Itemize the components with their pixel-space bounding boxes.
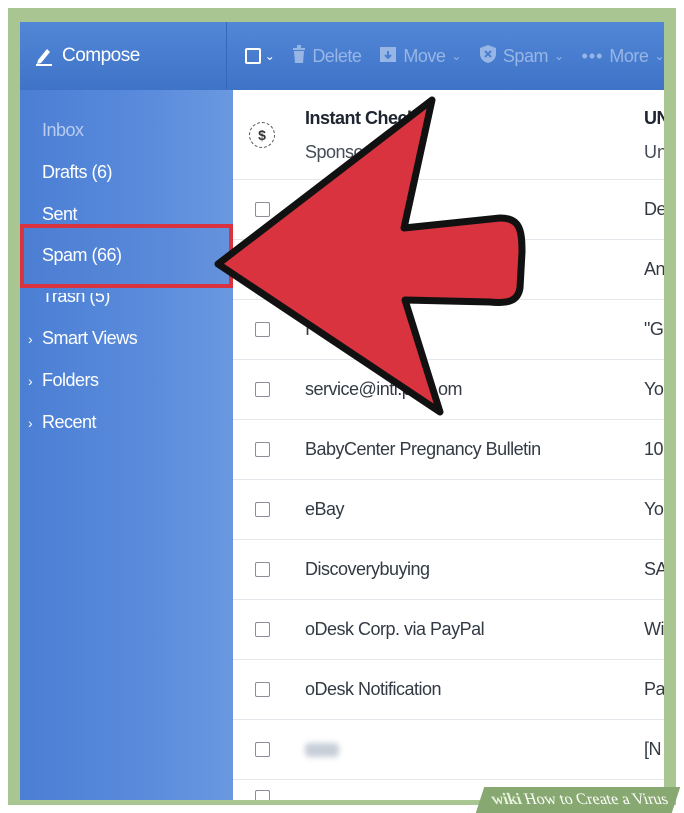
row-checkbox[interactable] [255, 790, 270, 800]
message-row[interactable]: oDesk Notification Pa [233, 660, 664, 720]
more-button[interactable]: ••• More ⌄ [582, 46, 664, 67]
dollar-sponsored-icon: $ [249, 122, 275, 148]
chevron-down-icon: ⌄ [451, 49, 461, 63]
message-sender: Instant Check [305, 108, 417, 128]
message-row[interactable]: eBay Yo [233, 480, 664, 540]
sidebar-item-sent[interactable]: Sent [42, 204, 78, 225]
row-checkbox[interactable] [255, 682, 270, 697]
more-dots-icon: ••• [581, 45, 604, 66]
shield-icon [479, 44, 497, 69]
message-preview: Un [644, 142, 664, 162]
row-checkbox[interactable] [255, 262, 270, 277]
blurred-sender [305, 742, 339, 757]
message-subject: SA [644, 559, 664, 579]
message-sender-tail: om [438, 379, 463, 399]
sidebar-item-inbox[interactable]: Inbox [42, 120, 84, 141]
row-checkbox[interactable] [255, 442, 270, 457]
sponsored-message-row[interactable]: $ Instant Check Sponso UN Un [233, 90, 664, 180]
recent-label: Recent [42, 412, 97, 432]
sidebar-item-drafts[interactable]: Drafts (6) [42, 162, 113, 183]
message-row[interactable]: Discoverybuying SA [233, 540, 664, 600]
chevron-right-icon: › [28, 331, 33, 347]
watermark-brand: wiki [489, 791, 524, 808]
message-sender: BabyCenter Pregnancy Bulletin [305, 439, 541, 459]
message-sender: oDesk Corp. via PayPal [305, 619, 485, 639]
message-sender: Discoverybuying [305, 559, 430, 579]
message-subject: "G [644, 319, 664, 339]
chevron-down-icon: ⌄ [654, 49, 664, 63]
message-subject: UN [644, 108, 664, 128]
spam-label: Spam [502, 45, 549, 66]
row-checkbox[interactable] [255, 382, 270, 397]
chevron-right-icon: › [28, 373, 33, 389]
message-subject: Pa [644, 679, 664, 699]
mail-toolbar: Compose ⌄ Delete Move ⌄ Spam ⌄ ••• More … [20, 22, 664, 90]
sidebar-item-recent[interactable]: › Recent [28, 412, 97, 433]
folders-label: Folders [42, 370, 99, 390]
spam-button[interactable]: Spam ⌄ [479, 44, 564, 69]
message-list: $ Instant Check Sponso UN Un De An I "G [233, 90, 664, 800]
message-sender: oDesk Notification [305, 679, 442, 699]
chevron-down-icon: ⌄ [264, 49, 275, 63]
message-subject: Yo [644, 499, 664, 519]
sidebar-item-folders[interactable]: › Folders [28, 370, 99, 391]
message-sender: eBay [305, 499, 345, 519]
message-row[interactable]: oDesk Corp. via PayPal Wi [233, 600, 664, 660]
message-row[interactable]: An [233, 240, 664, 300]
message-subject: 10 [644, 439, 664, 459]
delete-button[interactable]: Delete [292, 44, 362, 68]
message-subject: Yo [644, 379, 664, 399]
message-row[interactable]: [N [233, 720, 664, 780]
more-label: More [609, 45, 649, 66]
message-subject: Wi [644, 619, 664, 639]
wikihow-watermark: wikiHow to Create a Virus [475, 787, 681, 813]
message-row[interactable]: I "G [233, 300, 664, 360]
trash-icon [292, 44, 306, 68]
move-button[interactable]: Move ⌄ [379, 45, 461, 68]
row-checkbox[interactable] [255, 742, 270, 757]
row-checkbox[interactable] [255, 322, 270, 337]
message-subject: An [644, 259, 664, 279]
sidebar-item-trash[interactable]: Trash (5) [42, 293, 110, 307]
chevron-down-icon: ⌄ [553, 49, 564, 63]
compose-button[interactable]: Compose [20, 22, 226, 90]
move-label: Move [403, 45, 446, 66]
compose-label: Compose [62, 45, 140, 66]
message-sender: service@intl.p [305, 379, 412, 399]
sidebar-item-smart-views[interactable]: › Smart Views [28, 328, 138, 349]
pencil-icon [34, 46, 54, 66]
row-checkbox[interactable] [255, 562, 270, 577]
message-sender: I [305, 319, 310, 339]
article-image-frame: Compose ⌄ Delete Move ⌄ Spam ⌄ ••• More … [0, 0, 684, 813]
message-row[interactable]: De [233, 180, 664, 240]
mail-screenshot: Compose ⌄ Delete Move ⌄ Spam ⌄ ••• More … [20, 22, 664, 800]
message-row[interactable]: BabyCenter Pregnancy Bulletin 10 [233, 420, 664, 480]
message-row[interactable]: service@intl.p om Yo [233, 360, 664, 420]
smart-views-label: Smart Views [42, 328, 138, 348]
row-checkbox[interactable] [255, 202, 270, 217]
checkbox-icon [244, 48, 261, 64]
row-checkbox[interactable] [255, 622, 270, 637]
watermark-title: How to Create a Virus [522, 791, 671, 808]
message-subject: [N [644, 739, 662, 759]
folder-move-icon [379, 45, 397, 68]
sidebar-item-spam[interactable]: Spam (66) [42, 245, 122, 266]
delete-label: Delete [312, 45, 362, 66]
message-subject: De [644, 199, 664, 219]
select-all-checkbox[interactable]: ⌄ [244, 48, 275, 64]
folder-sidebar: Inbox Drafts (6) Sent Spam (66) Trash (5… [20, 90, 233, 800]
row-checkbox[interactable] [255, 502, 270, 517]
sponsored-tag: Sponso [305, 142, 364, 162]
chevron-right-icon: › [28, 415, 33, 431]
